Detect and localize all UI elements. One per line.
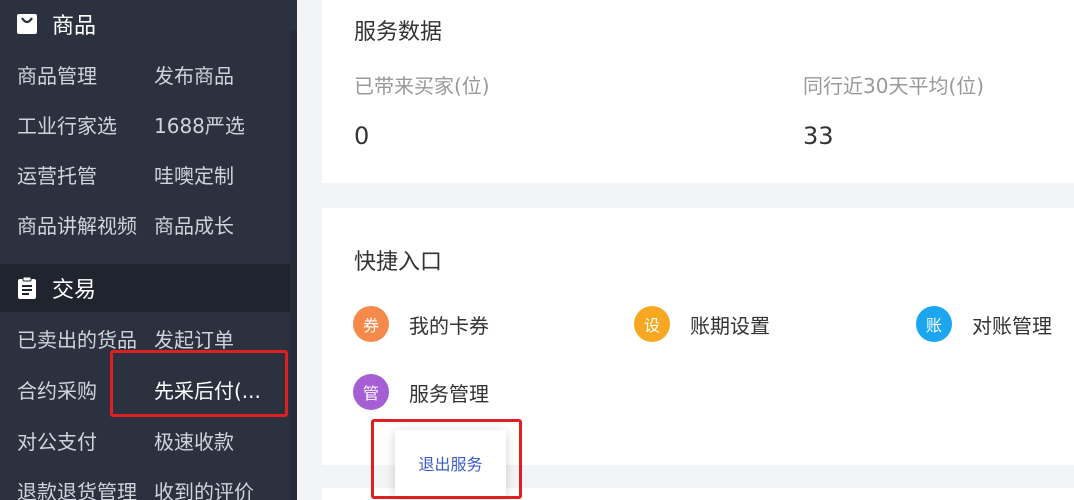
sidebar-item-buy-now-pay-later[interactable]: 先采后付(... [154,375,261,404]
sidebar-item-create-order[interactable]: 发起订单 [154,324,234,353]
quick-entry-label: 我的卡券 [409,313,489,338]
sidebar-section-title: 商品 [52,14,97,39]
sidebar-item-product-video[interactable]: 商品讲解视频 [17,210,137,239]
sidebar-item-corporate-payment[interactable]: 对公支付 [17,426,97,455]
sidebar-item-product-management[interactable]: 商品管理 [17,60,97,89]
quick-entry-my-coupons[interactable]: 券 我的卡券 [353,306,489,342]
sidebar-section-trade[interactable]: 交易 [0,264,290,312]
sidebar-item-industry-selection[interactable]: 工业行家选 [17,110,117,139]
sidebar-section-products[interactable]: 商品 [0,0,290,48]
quick-entry-reconciliation[interactable]: 账 对账管理 [916,306,1052,342]
quick-entry-label: 账期设置 [690,313,770,338]
stat-label-peer-average: 同行近30天平均(位) [803,74,985,98]
clipboard-icon [16,276,38,300]
sidebar-item-sold-goods[interactable]: 已卖出的货品 [17,324,137,353]
sidebar: 商品 商品管理 发布商品 工业行家选 1688严选 运营托管 哇噢定制 商品讲解… [0,0,297,500]
exit-service-menu-item[interactable]: 退出服务 [395,430,506,496]
service-data-title: 服务数据 [354,20,443,45]
quick-entry-label: 服务管理 [409,381,489,406]
manage-badge-icon: 管 [353,374,389,410]
sidebar-item-received-reviews[interactable]: 收到的评价 [154,476,254,500]
sidebar-item-1688-strict[interactable]: 1688严选 [154,110,245,139]
service-data-card: 服务数据 已带来买家(位) 0 同行近30天平均(位) 33 [322,0,1074,183]
coupon-badge-icon: 券 [353,306,389,342]
quick-entry-label: 对账管理 [972,313,1052,338]
quick-entry-card: 快捷入口 券 我的卡券 设 账期设置 账 对账管理 管 服务管理 [322,208,1074,465]
stat-value-buyers: 0 [354,122,370,150]
sidebar-item-refund-management[interactable]: 退款退货管理 [17,476,137,500]
sidebar-item-operation-hosting[interactable]: 运营托管 [17,160,97,189]
quick-entry-billing-settings[interactable]: 设 账期设置 [634,306,770,342]
account-badge-icon: 账 [916,306,952,342]
sidebar-item-custom-made[interactable]: 哇噢定制 [154,160,234,189]
sidebar-section-title: 交易 [52,278,97,303]
stat-label-buyers: 已带来买家(位) [354,74,490,98]
exit-service-label: 退出服务 [418,455,483,474]
sidebar-item-publish-product[interactable]: 发布商品 [154,60,234,89]
sidebar-item-product-growth[interactable]: 商品成长 [154,210,234,239]
settings-badge-icon: 设 [634,306,670,342]
sidebar-scrollbar[interactable] [290,30,297,500]
quick-entry-title: 快捷入口 [354,250,443,275]
shopping-bag-icon [16,12,38,36]
sidebar-item-fast-collection[interactable]: 极速收款 [154,426,234,455]
sidebar-item-contract-purchase[interactable]: 合约采购 [17,375,97,404]
quick-entry-service-management[interactable]: 管 服务管理 [353,374,489,410]
stat-value-peer-average: 33 [803,122,834,150]
